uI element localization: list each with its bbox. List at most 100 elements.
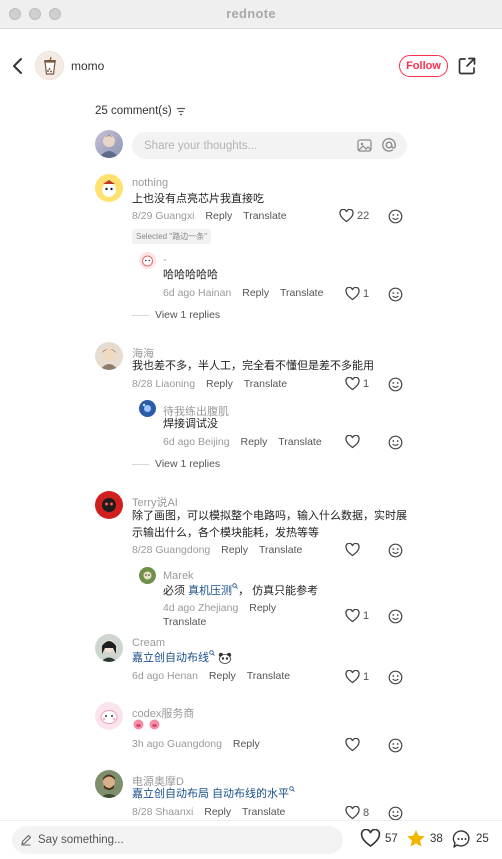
heart-icon bbox=[345, 435, 360, 449]
at-mention-icon[interactable] bbox=[381, 137, 397, 153]
heart-icon bbox=[360, 829, 381, 847]
like-count: 1 bbox=[363, 671, 370, 683]
emoji-reaction-icon[interactable] bbox=[388, 806, 403, 821]
emoji-reaction-icon[interactable] bbox=[388, 543, 403, 558]
reply-text-prefix: 必须 bbox=[163, 585, 189, 597]
emoji-reaction-icon[interactable] bbox=[388, 670, 403, 685]
avatar[interactable] bbox=[95, 634, 123, 662]
avatar[interactable] bbox=[139, 400, 156, 417]
reply-meta: 6d ago Hainan Reply Translate bbox=[163, 287, 323, 299]
comment-text: 我也差不多，半人工，完全看不懂但是差不多能用 bbox=[132, 360, 374, 372]
translate-button[interactable]: Translate bbox=[244, 378, 287, 390]
comment-stickers bbox=[132, 718, 161, 736]
back-button[interactable] bbox=[10, 56, 26, 76]
avatar[interactable] bbox=[95, 702, 123, 730]
author-avatar[interactable] bbox=[35, 51, 64, 80]
comment-username[interactable]: Cream bbox=[132, 637, 165, 649]
comment-meta: 8/29 Guangxi Reply Translate bbox=[132, 210, 287, 222]
bottom-action-bar: Say something... 57 38 25 bbox=[0, 820, 502, 859]
emoji-reaction-icon[interactable] bbox=[388, 435, 403, 450]
avatar[interactable] bbox=[95, 174, 123, 202]
emoji-reaction-icon[interactable] bbox=[388, 209, 403, 224]
search-link[interactable]: 嘉立创自动布线 bbox=[132, 652, 209, 664]
note-like-button[interactable]: 57 bbox=[360, 829, 398, 848]
author-name[interactable]: momo bbox=[71, 59, 104, 73]
share-button[interactable] bbox=[457, 56, 477, 76]
window-titlebar: rednote bbox=[0, 0, 502, 29]
translate-button[interactable]: Translate bbox=[278, 436, 321, 448]
reply-username[interactable]: - bbox=[163, 254, 167, 266]
comment-location: Guangdong bbox=[155, 544, 211, 556]
comment-location: Guangdong bbox=[167, 738, 222, 750]
comment-location: Liaoning bbox=[155, 378, 196, 390]
avatar[interactable] bbox=[95, 770, 123, 798]
reply-button[interactable]: Reply bbox=[209, 670, 236, 682]
comment-text: 嘉立创自动布局 自动布线的水平 bbox=[132, 786, 295, 803]
like-count: 1 bbox=[363, 378, 370, 390]
image-icon[interactable] bbox=[357, 138, 372, 153]
translate-button[interactable]: Translate bbox=[242, 806, 285, 818]
reply-button[interactable]: Reply bbox=[205, 210, 232, 222]
avatar[interactable] bbox=[139, 567, 156, 584]
search-icon bbox=[289, 786, 295, 793]
comment-date: 6d ago bbox=[132, 670, 165, 682]
like-button[interactable]: 1 bbox=[345, 609, 369, 623]
reply-meta: 6d ago Beijing Reply Translate bbox=[163, 436, 322, 448]
heart-icon bbox=[345, 609, 360, 623]
translate-button[interactable]: Translate bbox=[243, 210, 286, 222]
share-thoughts-placeholder: Share your thoughts... bbox=[144, 139, 258, 152]
current-user-avatar bbox=[95, 130, 123, 158]
like-button[interactable]: 22 bbox=[339, 209, 369, 223]
comment-count[interactable]: 25 comment(s) bbox=[95, 105, 186, 117]
view-replies-label: View 1 replies bbox=[155, 458, 221, 470]
reply-button[interactable]: Reply bbox=[241, 436, 268, 448]
view-replies-button[interactable]: View 1 replies bbox=[132, 309, 220, 321]
view-replies-button[interactable]: View 1 replies bbox=[132, 458, 220, 470]
reply-button[interactable]: Reply bbox=[249, 602, 276, 614]
reply-button[interactable]: Reply bbox=[242, 287, 269, 299]
translate-button[interactable]: Translate bbox=[280, 287, 323, 299]
like-button[interactable] bbox=[345, 435, 363, 449]
say-something-input[interactable]: Say something... bbox=[12, 826, 343, 854]
reply-meta-wrap: Translate bbox=[163, 616, 206, 628]
reply-username[interactable]: Marek bbox=[163, 570, 194, 582]
reply-button[interactable]: Reply bbox=[221, 544, 248, 556]
emoji-reaction-icon[interactable] bbox=[388, 287, 403, 302]
follow-button[interactable]: Follow bbox=[399, 55, 448, 77]
reply-text: 必须 真机压测 ， 仿真只能参考 bbox=[163, 583, 318, 600]
like-button[interactable] bbox=[345, 738, 363, 752]
translate-button[interactable]: Translate bbox=[259, 544, 302, 556]
emoji-reaction-icon[interactable] bbox=[388, 377, 403, 392]
share-thoughts-input[interactable]: Share your thoughts... bbox=[132, 132, 407, 159]
heart-icon bbox=[345, 377, 360, 391]
view-replies-label: View 1 replies bbox=[155, 309, 221, 321]
translate-button[interactable]: Translate bbox=[247, 670, 290, 682]
translate-button[interactable]: Translate bbox=[163, 616, 206, 628]
search-link[interactable]: 真机压测 bbox=[188, 585, 232, 597]
comment-text: 上也没有点亮芯片我直接吃 bbox=[132, 193, 264, 205]
search-link[interactable]: 嘉立创自动布局 自动布线的水平 bbox=[132, 788, 289, 800]
like-button[interactable] bbox=[345, 543, 363, 557]
say-something-placeholder: Say something... bbox=[38, 834, 124, 846]
comment-location: Shaanxi bbox=[155, 806, 194, 818]
collect-count: 38 bbox=[430, 832, 443, 845]
comment-meta: 8/28 Shaanxi Reply Translate bbox=[132, 806, 285, 818]
like-button[interactable]: 8 bbox=[345, 806, 369, 820]
avatar[interactable] bbox=[95, 342, 123, 370]
reply-meta: 4d ago Zhejiang Reply bbox=[163, 602, 276, 614]
like-count: 1 bbox=[363, 610, 370, 622]
comment-button[interactable]: 25 bbox=[452, 829, 489, 849]
emoji-reaction-icon[interactable] bbox=[388, 738, 403, 753]
emoji-reaction-icon[interactable] bbox=[388, 609, 403, 624]
reply-button[interactable]: Reply bbox=[206, 378, 233, 390]
comment-username[interactable]: nothing bbox=[132, 177, 168, 189]
like-button[interactable]: 1 bbox=[345, 377, 369, 391]
like-button[interactable]: 1 bbox=[345, 670, 369, 684]
reply-button[interactable]: Reply bbox=[233, 738, 260, 750]
collect-button[interactable]: 38 bbox=[406, 829, 443, 848]
bubble-tea-icon bbox=[43, 56, 56, 75]
avatar[interactable] bbox=[95, 491, 123, 519]
reply-button[interactable]: Reply bbox=[204, 806, 231, 818]
like-button[interactable]: 1 bbox=[345, 287, 369, 301]
avatar[interactable] bbox=[139, 252, 156, 269]
